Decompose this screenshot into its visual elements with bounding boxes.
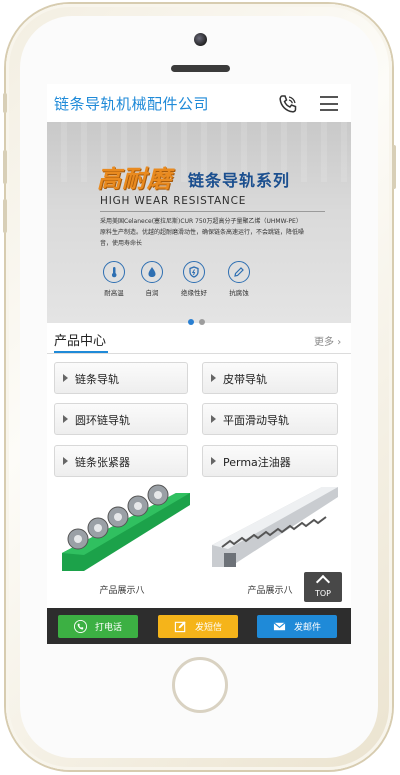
- caret-right-icon: [211, 374, 216, 382]
- edit-icon: [174, 621, 186, 633]
- hero-banner[interactable]: 高耐磨 链条导轨系列 HIGH WEAR RESISTANCE 采用美国Cela…: [47, 122, 351, 325]
- feature-label: 耐高温: [104, 289, 124, 297]
- products-section-header: 产品中心 更多 ›: [47, 323, 351, 354]
- screen: 链条导轨机械配件公司 高耐磨 链条导轨系列 HIGH WEAR RESISTAN…: [47, 84, 351, 644]
- drop-icon: [141, 261, 163, 283]
- category-button[interactable]: Perma注油器: [202, 445, 338, 477]
- banner-series: 链条导轨系列: [188, 171, 291, 190]
- section-title-underline: [54, 351, 108, 353]
- earpiece-speaker: [171, 65, 230, 72]
- chevron-up-icon: [315, 574, 331, 590]
- home-button[interactable]: [172, 657, 228, 713]
- more-link[interactable]: 更多 ›: [314, 333, 341, 348]
- feature-label: 抗腐蚀: [229, 289, 249, 297]
- feature-insulation: 绝缘性好: [174, 261, 214, 297]
- feature-heat-resistance: 耐高温: [94, 261, 134, 297]
- caret-right-icon: [211, 415, 216, 423]
- caret-right-icon: [63, 415, 68, 423]
- banner-headline: 高耐磨: [97, 165, 172, 193]
- sms-button[interactable]: 发短信: [158, 615, 238, 638]
- category-label: 平面滑动导轨: [223, 414, 289, 427]
- email-button-label: 发邮件: [293, 623, 321, 633]
- category-button[interactable]: 链条张紧器: [54, 445, 188, 477]
- back-to-top-label: TOP: [314, 589, 331, 598]
- front-camera: [194, 33, 207, 46]
- products-section-title: 产品中心: [54, 334, 107, 349]
- feature-label: 自润: [145, 289, 159, 297]
- caret-right-icon: [63, 457, 68, 465]
- sms-button-label: 发短信: [194, 623, 222, 633]
- caret-right-icon: [63, 374, 68, 382]
- banner-description: 采用美国Celanece(塞拉尼斯)CUR 750万超高分子量聚乙烯（UHMW-…: [100, 216, 330, 249]
- power-button: [392, 145, 396, 189]
- category-button[interactable]: 圆环链导轨: [54, 403, 188, 435]
- back-to-top-button[interactable]: TOP: [304, 572, 342, 602]
- banner-description-line: 音，使用寿命长: [100, 240, 143, 247]
- phone-icon: [73, 620, 87, 633]
- volume-down-button: [3, 199, 7, 233]
- site-header: 链条导轨机械配件公司: [47, 84, 351, 123]
- shield-icon: [183, 261, 205, 283]
- phone-icon[interactable]: [278, 94, 298, 114]
- category-label: 皮带导轨: [223, 373, 267, 386]
- banner-english: HIGH WEAR RESISTANCE: [100, 195, 247, 207]
- thermometer-icon: [103, 261, 125, 283]
- product-image-chain-guide[interactable]: [54, 483, 190, 579]
- category-label: Perma注油器: [223, 456, 291, 469]
- bottom-action-bar: 打电话 发短信 发邮件: [47, 608, 351, 644]
- product-image-belt-guide[interactable]: [202, 483, 338, 579]
- feature-self-lubricating: 自润: [132, 261, 172, 297]
- pencil-icon: [228, 261, 250, 283]
- caret-right-icon: [211, 457, 216, 465]
- category-label: 圆环链导轨: [75, 414, 130, 427]
- product-label[interactable]: 产品展示八: [54, 583, 190, 596]
- mail-icon: [273, 622, 286, 631]
- email-button[interactable]: 发邮件: [257, 615, 337, 638]
- category-button[interactable]: 皮带导轨: [202, 362, 338, 394]
- feature-corrosion-resistance: 抗腐蚀: [219, 261, 259, 297]
- more-link-label: 更多: [314, 337, 334, 348]
- category-button[interactable]: 链条导轨: [54, 362, 188, 394]
- call-button-label: 打电话: [94, 623, 122, 633]
- banner-description-line: 采用美国Celanece(塞拉尼斯)CUR 750万超高分子量聚乙烯（UHMW-…: [100, 218, 302, 225]
- call-button[interactable]: 打电话: [58, 615, 138, 638]
- site-title[interactable]: 链条导轨机械配件公司: [54, 93, 209, 114]
- category-button[interactable]: 平面滑动导轨: [202, 403, 338, 435]
- category-label: 链条张紧器: [75, 456, 130, 469]
- feature-label: 绝缘性好: [181, 289, 207, 297]
- banner-divider: [100, 211, 325, 212]
- mute-switch: [3, 93, 7, 113]
- chevron-right-icon: ›: [337, 337, 342, 348]
- banner-description-line: 原料生产制造。优越的超耐磨滑动性，确保链条高速运行，不会跳链，降低噪: [100, 229, 305, 236]
- menu-icon[interactable]: [320, 96, 338, 111]
- volume-up-button: [3, 150, 7, 184]
- category-label: 链条导轨: [75, 373, 119, 386]
